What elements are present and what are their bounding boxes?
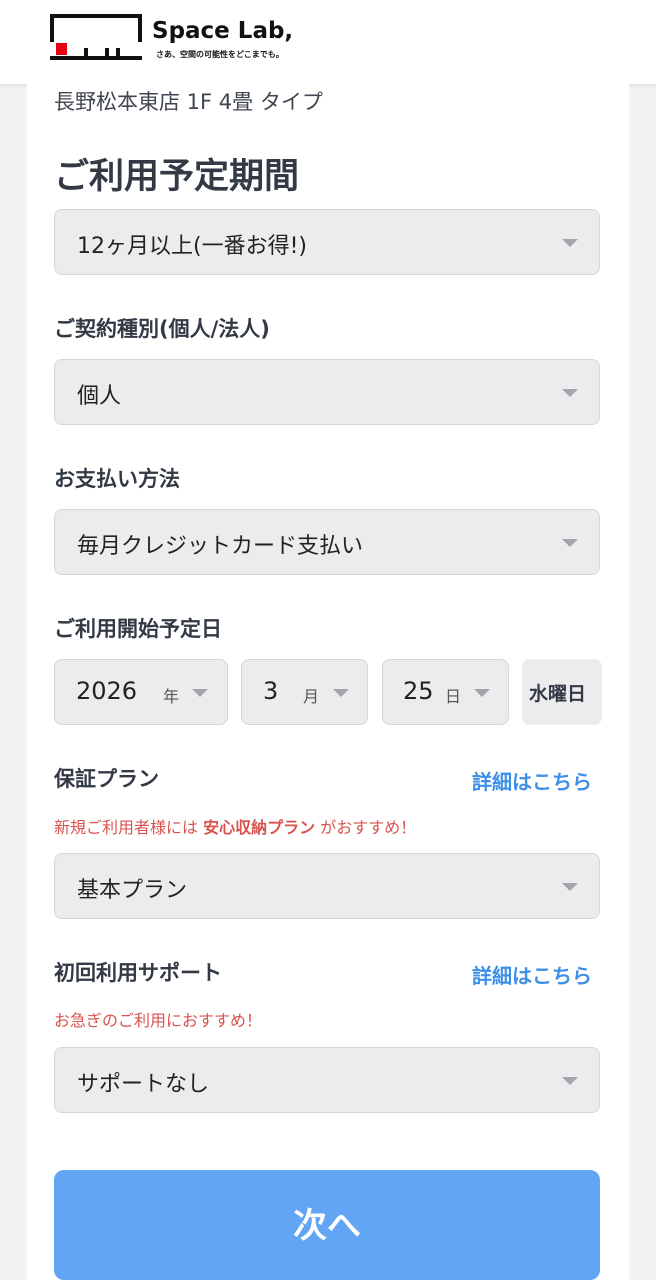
usage-period-select[interactable]: 12ヶ月以上(一番お得!) (54, 209, 600, 275)
guarantee-recommendation: 新規ご利用者様には 安心収納プラン がおすすめ！ (54, 814, 416, 838)
guarantee-plan-label: 保証プラン (54, 767, 159, 791)
contract-type-value: 個人 (77, 384, 122, 409)
support-details-link[interactable]: 詳細はこちら (472, 960, 592, 989)
contract-type-label: ご契約種別(個人/法人) (54, 317, 270, 341)
initial-support-value: サポートなし (77, 1072, 210, 1097)
day-unit: 日 (445, 687, 462, 706)
store-name: 長野松本東店 1F 4畳 タイプ (54, 90, 323, 114)
chevron-down-icon (333, 689, 349, 697)
chevron-down-icon (562, 389, 578, 397)
month-unit: 月 (303, 687, 320, 706)
chevron-down-icon (474, 689, 490, 697)
start-month-value: 3 (263, 677, 279, 705)
start-day-select[interactable]: 25 日 (382, 659, 509, 725)
booking-form-card: 長野松本東店 1F 4畳 タイプ ご利用予定期間 12ヶ月以上(一番お得!) ご… (27, 84, 629, 1280)
start-year-value: 2026 (76, 677, 138, 705)
start-year-select[interactable]: 2026 年 (54, 659, 228, 725)
weekday-text: 水曜日 (529, 683, 587, 705)
chevron-down-icon (562, 883, 578, 891)
next-button[interactable]: 次へ (54, 1170, 600, 1280)
space-lab-logo-icon[interactable] (50, 14, 142, 60)
usage-period-title: ご利用予定期間 (54, 157, 300, 197)
contract-type-select[interactable]: 個人 (54, 359, 600, 425)
logo-title: Space Lab, (152, 18, 294, 44)
start-date-label: ご利用開始予定日 (54, 617, 222, 641)
logo-tagline: さあ、空間の可能性をどこまでも。 (156, 50, 284, 59)
chevron-down-icon (562, 539, 578, 547)
initial-support-select[interactable]: サポートなし (54, 1047, 600, 1113)
next-button-label: 次へ (293, 1206, 361, 1246)
support-recommendation: お急ぎのご利用におすすめ！ (54, 1011, 263, 1030)
guarantee-note-prefix: 新規ご利用者様には (54, 818, 199, 837)
start-month-select[interactable]: 3 月 (241, 659, 368, 725)
guarantee-plan-value: 基本プラン (77, 878, 188, 903)
chevron-down-icon (562, 239, 578, 247)
weekday-display: 水曜日 (522, 659, 602, 725)
year-unit: 年 (163, 687, 180, 706)
guarantee-details-link[interactable]: 詳細はこちら (472, 766, 592, 795)
chevron-down-icon (192, 689, 208, 697)
guarantee-plan-select[interactable]: 基本プラン (54, 853, 600, 919)
guarantee-note-suffix: がおすすめ！ (320, 818, 417, 837)
payment-method-select[interactable]: 毎月クレジットカード支払い (54, 509, 600, 575)
guarantee-note-highlight: 安心収納プラン (203, 818, 316, 837)
initial-support-label: 初回利用サポート (54, 961, 222, 985)
payment-method-value: 毎月クレジットカード支払い (77, 534, 364, 559)
site-header: Space Lab, さあ、空間の可能性をどこまでも。 (0, 0, 656, 85)
chevron-down-icon (562, 1077, 578, 1085)
start-day-value: 25 (403, 677, 434, 705)
payment-method-label: お支払い方法 (54, 467, 180, 491)
usage-period-value: 12ヶ月以上(一番お得!) (77, 234, 307, 259)
